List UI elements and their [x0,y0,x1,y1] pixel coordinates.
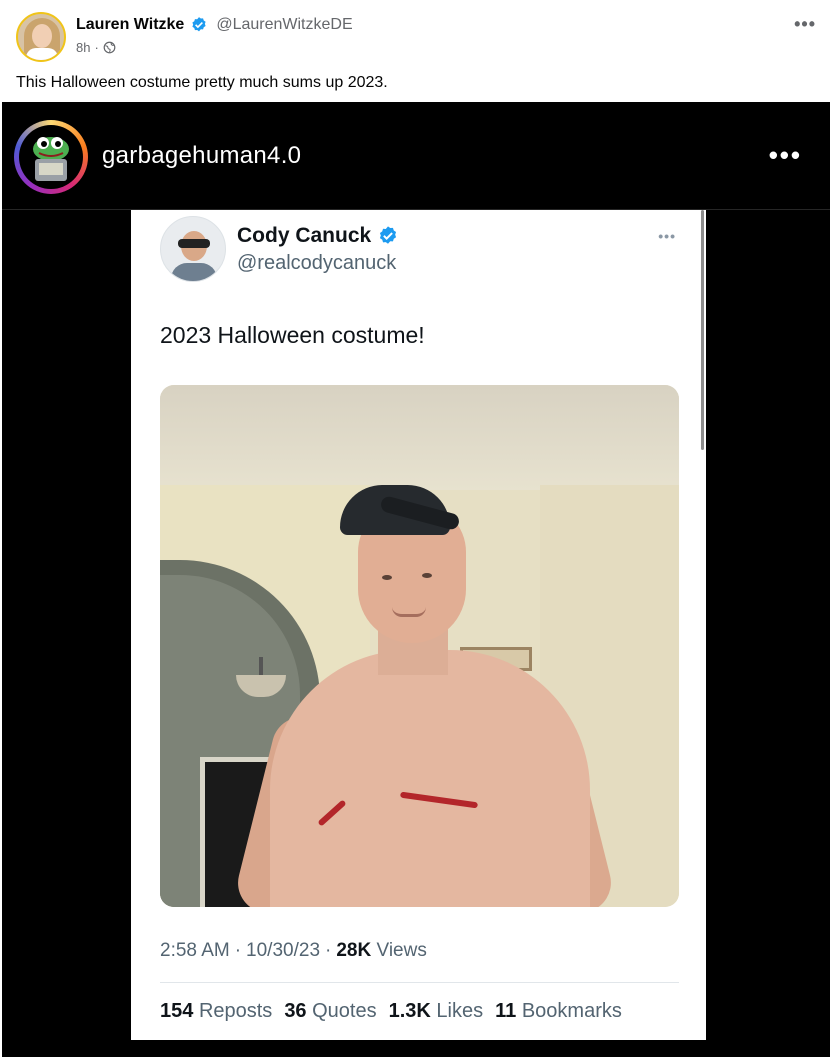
frog-mascot-icon [33,137,69,181]
stat-likes: 1.3K Likes [388,1000,484,1022]
tweet-text: 2023 Halloween costume! [160,322,425,348]
person-torso [270,650,590,907]
stat-bookmarks: 11 Bookmarks [495,1000,622,1022]
meta-separator: · [94,40,99,55]
verified-badge-icon [192,17,206,32]
tweet-screenshot: Cody Canuck @realcodycanuck ••• 2023 Hal… [131,210,706,1040]
tweet-verified-badge-icon [380,226,397,244]
tweet-name-row: Cody Canuck [237,224,399,248]
post-meta: 8h · [76,40,116,55]
views-label: Views [376,940,427,961]
instagram-avatar[interactable] [14,120,88,194]
tweet-avatar [160,216,226,282]
post-header: Lauren Witzke @LaurenWitzkeDE 8h · ••• [0,0,834,68]
tweet-stats: 154 Reposts 36 Quotes 1.3K Likes 11 Book… [160,1000,622,1023]
author-row: Lauren Witzke @LaurenWitzkeDE [76,16,353,34]
tweet-author-name: Cody Canuck [237,224,372,247]
instagram-more-icon[interactable]: ••• [769,140,802,171]
instagram-username[interactable]: garbagehuman4.0 [102,142,301,170]
tweet-date: 10/30/23 [246,940,321,961]
tweet-time: 2:58 AM [160,940,230,961]
stat-reposts: 154 Reposts [160,1000,273,1022]
tweet-divider [160,982,679,983]
stat-quotes: 36 Quotes [284,1000,377,1022]
instagram-header: garbagehuman4.0 ••• [2,102,830,210]
embedded-media[interactable]: garbagehuman4.0 ••• Cody Canuck @realcod… [2,102,830,1057]
author-handle[interactable]: @LaurenWitzkeDE [216,16,352,34]
author-name[interactable]: Lauren Witzke [76,16,184,34]
tweet-timestamp: 2:58 AM · 10/30/23 · 28K Views [160,940,427,961]
globe-icon [103,41,116,54]
post-time[interactable]: 8h [76,40,90,55]
tweet-photo [160,385,679,907]
post-text: This Halloween costume pretty much sums … [16,74,388,91]
scrollbar[interactable] [701,210,704,450]
author-avatar[interactable] [16,12,66,62]
post-more-icon[interactable]: ••• [794,14,816,35]
tweet-more-icon: ••• [658,228,676,244]
views-count: 28K [336,940,372,961]
tweet-author-handle: @realcodycanuck [237,252,397,274]
